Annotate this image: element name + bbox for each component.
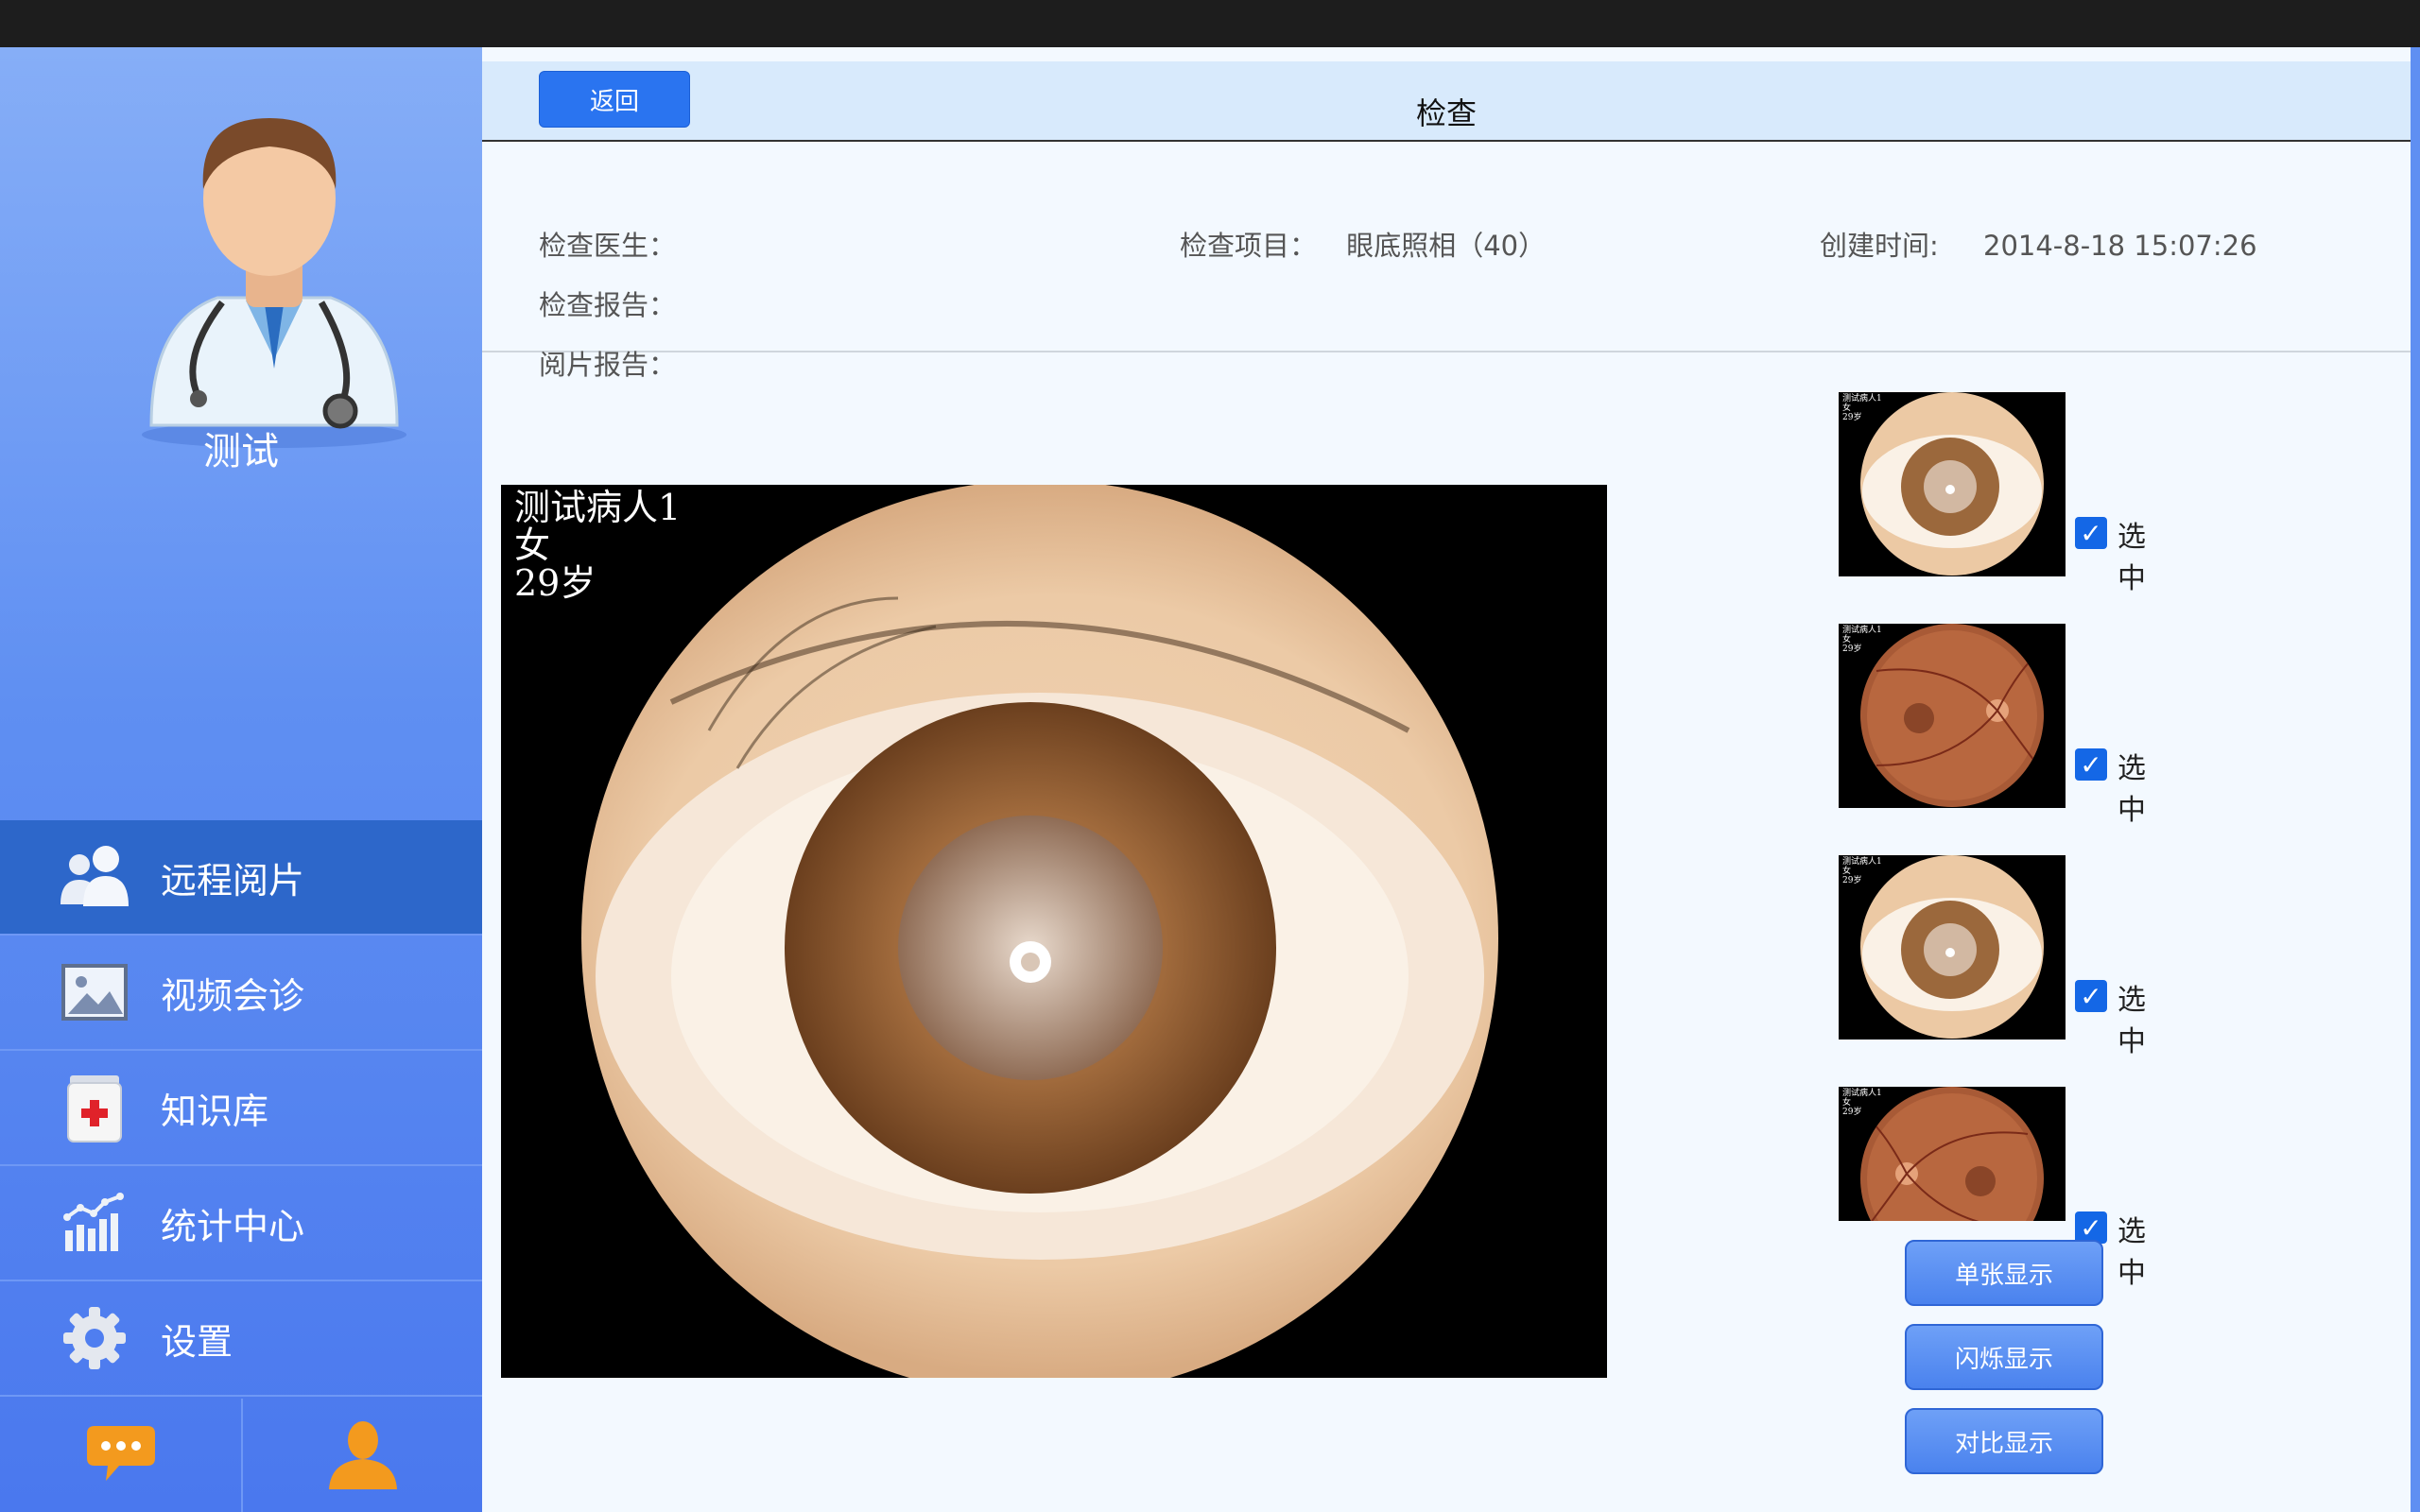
thumbnail-caption: 测试病人1 女 29岁: [1842, 1089, 1882, 1117]
flicker-display-button[interactable]: 闪烁显示: [1905, 1324, 2103, 1390]
image-icon: [52, 950, 137, 1035]
doctor-label: 检查医生：: [539, 230, 677, 262]
single-display-button[interactable]: 单张显示: [1905, 1240, 2103, 1306]
gear-icon: [52, 1296, 137, 1381]
back-button[interactable]: 返回: [539, 71, 690, 128]
thumbnail-1[interactable]: 测试病人1 女 29岁: [1839, 392, 2066, 576]
system-status-bar: [0, 0, 2420, 47]
thumbnail-3-check-label: 选中: [2118, 984, 2146, 1058]
thumbnail-caption: 测试病人1 女 29岁: [1842, 857, 1882, 885]
thumbnail-4-check-label: 选中: [2118, 1215, 2146, 1290]
compare-display-button[interactable]: 对比显示: [1905, 1408, 2103, 1474]
person-icon: [325, 1416, 401, 1495]
sidebar-item-settings[interactable]: 设置: [0, 1281, 482, 1397]
thumbnail-caption: 测试病人1 女 29岁: [1842, 626, 1882, 654]
sidebar-item-label: 远程阅片: [161, 859, 305, 902]
report-label: 检查报告：: [539, 289, 677, 321]
patient-overlay: 测试病人1 女 29岁: [514, 489, 681, 602]
window-right-edge: [2411, 47, 2420, 1512]
exam-info-panel: 检查医生： 检查项目： 眼底照相（40） 创建时间: 2014-8-18 15:…: [482, 156, 2411, 381]
sidebar: 测试 远程阅片 视频会诊 知识库 统计中心 设置: [0, 47, 482, 1512]
reading-report-row: 阅片报告：: [539, 343, 702, 383]
exam-item-row: 检查项目： 眼底照相（40）: [1180, 224, 1546, 264]
exam-item-label: 检查项目：: [1180, 230, 1318, 262]
user-name: 测试: [203, 430, 279, 473]
sidebar-item-label: 统计中心: [161, 1205, 305, 1247]
users-icon: [52, 834, 137, 919]
main-eye-image[interactable]: 测试病人1 女 29岁: [501, 485, 1607, 1378]
sidebar-item-video-consult[interactable]: 视频会诊: [0, 936, 482, 1051]
created-time-label: 创建时间:: [1820, 230, 1939, 262]
sidebar-item-statistics[interactable]: 统计中心: [0, 1166, 482, 1281]
thumbnail-1-check-label: 选中: [2118, 521, 2146, 595]
thumbnail-2[interactable]: 测试病人1 女 29岁: [1839, 624, 2066, 808]
patient-age: 29岁: [514, 562, 596, 604]
thumbnail-2-check-label: 选中: [2118, 752, 2146, 827]
thumbnail-caption: 测试病人1 女 29岁: [1842, 394, 1882, 422]
created-time-value: 2014-8-18 15:07:26: [1983, 230, 2257, 262]
sidebar-item-label: 知识库: [161, 1090, 269, 1132]
profile-button[interactable]: [241, 1399, 482, 1512]
thumbnail-4[interactable]: 测试病人1 女 29岁: [1839, 1087, 2066, 1221]
page-title: 检查: [1415, 95, 1477, 131]
main-content: 检查 返回 检查医生： 检查项目： 眼底照相（40） 创建时间: 2014-8-…: [482, 47, 2411, 1512]
doctor-row: 检查医生：: [539, 224, 702, 264]
sidebar-bottom-bar: [0, 1399, 482, 1512]
sidebar-item-remote-reading[interactable]: 远程阅片: [0, 820, 482, 936]
created-time-row: 创建时间: 2014-8-18 15:07:26: [1820, 224, 2257, 264]
sidebar-nav: 远程阅片 视频会诊 知识库 统计中心 设置: [0, 820, 482, 1397]
thumbnail-3-checkbox[interactable]: ✓: [2075, 980, 2107, 1012]
patient-name: 测试病人1: [514, 487, 682, 528]
thumbnail-1-checkbox[interactable]: ✓: [2075, 517, 2107, 549]
report-row: 检查报告：: [539, 284, 702, 323]
title-bar: 检查 返回: [482, 61, 2411, 142]
medical-kit-icon: [52, 1065, 137, 1150]
patient-sex: 女: [514, 524, 551, 566]
chat-icon: [85, 1422, 157, 1488]
chat-button[interactable]: [0, 1399, 241, 1512]
thumbnail-4-checkbox[interactable]: ✓: [2075, 1211, 2107, 1244]
thumbnail-2-checkbox[interactable]: ✓: [2075, 748, 2107, 781]
exam-item-value: 眼底照相（40）: [1346, 230, 1547, 262]
sidebar-item-label: 设置: [161, 1320, 233, 1363]
reading-report-label: 阅片报告：: [539, 349, 677, 381]
chart-icon: [52, 1180, 137, 1265]
thumbnail-3[interactable]: 测试病人1 女 29岁: [1839, 855, 2066, 1040]
sidebar-item-knowledge-base[interactable]: 知识库: [0, 1051, 482, 1166]
sidebar-item-label: 视频会诊: [161, 974, 305, 1017]
doctor-avatar: [113, 85, 416, 454]
